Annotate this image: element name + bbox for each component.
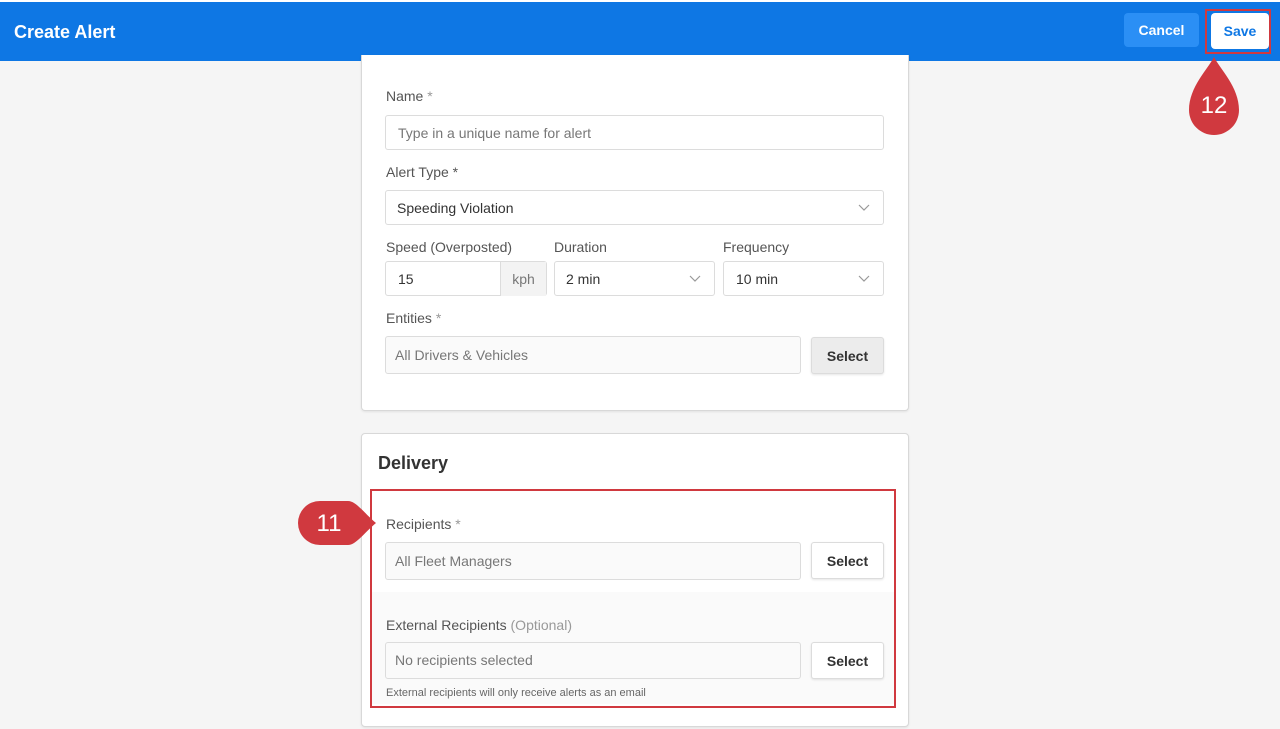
duration-value: 2 min: [566, 271, 601, 287]
alert-type-value: Speeding Violation: [397, 200, 514, 216]
speed-label: Speed (Overposted): [386, 239, 513, 255]
external-recipients-hint: External recipients will only receive al…: [386, 687, 646, 699]
page-title: Create Alert: [14, 22, 116, 42]
speed-value: 15: [398, 271, 414, 287]
chevron-down-icon: [689, 275, 701, 282]
entities-field[interactable]: All Drivers & Vehicles: [385, 336, 801, 374]
frequency-label: Frequency: [723, 239, 790, 255]
external-recipients-label: External Recipients (Optional): [386, 617, 572, 633]
callout-marker-12: 12: [1189, 57, 1239, 135]
alert-type-select[interactable]: Speeding Violation: [385, 190, 884, 225]
speed-input[interactable]: 15 kph: [385, 261, 547, 296]
header-bar: Create Alert: [0, 0, 1280, 61]
frequency-value: 10 min: [736, 271, 779, 287]
entities-select-button[interactable]: Select: [811, 337, 884, 374]
chevron-down-icon: [858, 275, 870, 282]
duration-label: Duration: [554, 239, 607, 255]
recipients-select-button[interactable]: Select: [811, 542, 884, 579]
speed-unit: kph: [500, 262, 546, 296]
delivery-title: Delivery: [378, 453, 449, 473]
callout-11-number: 11: [316, 510, 342, 537]
save-button[interactable]: Save: [1211, 13, 1269, 49]
name-input[interactable]: Type in a unique name for alert: [385, 115, 884, 150]
chevron-down-icon: [858, 204, 870, 211]
recipients-label: Recipients *: [386, 516, 461, 532]
alert-type-label: Alert Type *: [386, 164, 459, 180]
external-recipients-field[interactable]: No recipients selected: [385, 642, 801, 679]
cancel-button[interactable]: Cancel: [1124, 13, 1199, 47]
frequency-select[interactable]: 10 min: [723, 261, 884, 296]
callout-marker-11: 11: [298, 501, 378, 545]
external-recipients-select-button[interactable]: Select: [811, 642, 884, 679]
recipients-field[interactable]: All Fleet Managers: [385, 542, 801, 580]
name-label: Name *: [386, 88, 433, 104]
duration-select[interactable]: 2 min: [554, 261, 715, 296]
callout-12-number: 12: [1200, 92, 1228, 119]
entities-label: Entities *: [386, 310, 442, 326]
